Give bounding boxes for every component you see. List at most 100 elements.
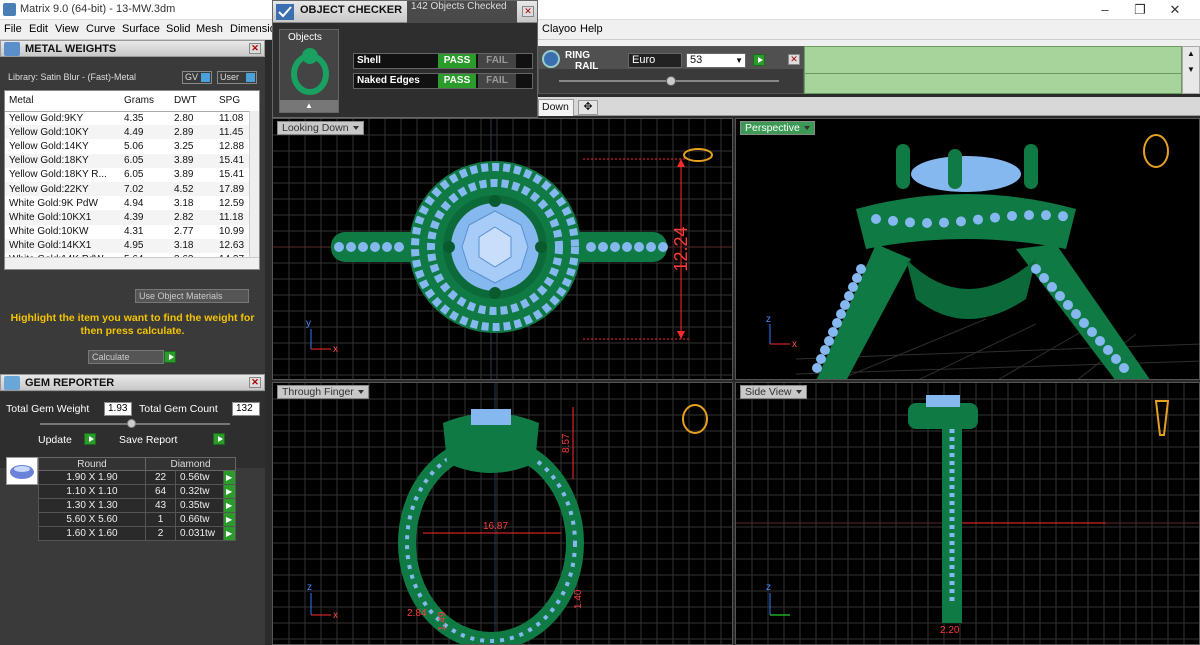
menu-solid[interactable]: Solid	[166, 23, 190, 35]
calculate-play-icon[interactable]	[164, 351, 176, 363]
metal-table-hscrollbar[interactable]	[5, 257, 259, 269]
tab-down[interactable]: Down	[538, 99, 574, 116]
table-cell: Yellow Gold:14KY	[9, 140, 89, 152]
table-cell: Yellow Gold:22KY	[5, 181, 120, 197]
table-cell: White Gold:10KW	[9, 226, 89, 238]
close-window-button[interactable]: ✕	[1160, 1, 1190, 19]
ring-preview-icon	[291, 48, 329, 95]
col-grams[interactable]: Grams	[120, 91, 170, 112]
table-row[interactable]: White Gold:10KX1 4.39 2.82 11.18	[5, 210, 259, 225]
ring-rail-play-icon[interactable]	[753, 54, 765, 66]
viewport-top-label[interactable]: Looking Down	[277, 121, 364, 135]
table-cell: 6.05	[124, 169, 144, 181]
table-row[interactable]: 1.60 X 1.60 2 0.031tw ▶	[38, 526, 236, 541]
add-tab-icon[interactable]: ✥	[578, 100, 598, 115]
menu-help[interactable]: Help	[580, 23, 603, 35]
objects-expand-button[interactable]: ▲	[280, 100, 338, 112]
table-cell: 3.18	[170, 238, 215, 253]
viewport-perspective-label[interactable]: Perspective	[740, 121, 815, 135]
menu-curve[interactable]: Curve	[86, 23, 115, 35]
minimize-button[interactable]: –	[1090, 1, 1120, 19]
save-report-label[interactable]: Save Report	[119, 434, 177, 446]
table-cell: 1	[145, 512, 176, 527]
update-label[interactable]: Update	[38, 434, 72, 446]
maximize-button[interactable]: ❐	[1125, 1, 1155, 19]
save-report-play-icon[interactable]	[213, 433, 225, 445]
menu-file[interactable]: File	[4, 23, 22, 35]
chevron-up-icon: ▲	[1187, 49, 1195, 58]
table-row[interactable]: 1.10 X 1.10 64 0.32tw ▶	[38, 484, 236, 499]
command-area[interactable]	[804, 46, 1182, 94]
calculate-dropdown[interactable]: Calculate	[88, 350, 164, 364]
col-spg[interactable]: SPG	[215, 91, 259, 112]
viewport-top[interactable]: 12.24 y x Looking Down	[272, 118, 733, 380]
viewport-through-finger[interactable]: 16.87 8.57 2.84 1.49 1.40 z x Through Fi…	[272, 382, 733, 645]
table-cell: 0.56tw	[175, 470, 224, 485]
menu-surface[interactable]: Surface	[122, 23, 160, 35]
close-icon[interactable]: ✕	[249, 377, 261, 388]
gem-table[interactable]: Round Diamond 1.90 X 1.90 22 0.56tw ▶ 1.10 X …	[38, 457, 236, 541]
close-icon[interactable]: ✕	[249, 43, 261, 54]
gem-slider-thumb[interactable]	[127, 419, 136, 428]
menu-dimension[interactable]: Dimensio	[230, 23, 276, 35]
table-cell: 0.35tw	[175, 498, 224, 513]
table-cell: 6.05	[120, 153, 170, 168]
table-row[interactable]: Yellow Gold:18KY R... 6.05 3.89 15.41	[5, 168, 259, 182]
viewport-tabs: Down ✥	[538, 97, 1200, 116]
select-gem-play-icon[interactable]: ▶	[223, 526, 236, 541]
table-row[interactable]: White Gold:10KW 4.31 2.77 10.99	[5, 225, 259, 239]
table-row[interactable]: Yellow Gold:9KY 4.35 2.80 11.08	[5, 111, 259, 125]
table-row[interactable]: Yellow Gold:18KY 6.05 3.89 15.41	[5, 153, 259, 168]
table-row[interactable]: White Gold:9K PdW 4.94 3.18 12.59	[5, 196, 259, 210]
menu-clayoo[interactable]: Clayoo	[542, 23, 576, 35]
table-row[interactable]: Yellow Gold:14KY 5.06 3.25 12.88	[5, 139, 259, 153]
metal-table-header: Metal Grams DWT SPG	[5, 91, 259, 112]
viewport-side[interactable]: 2.20 z Side View	[735, 382, 1200, 645]
viewport-through-finger-name: Through Finger	[282, 386, 354, 398]
pass-badge: PASS	[438, 54, 476, 68]
use-object-materials-dropdown[interactable]: Use Object Materials	[135, 289, 249, 303]
table-cell: Yellow Gold:18KY	[5, 153, 120, 168]
select-gem-play-icon[interactable]: ▶	[223, 498, 236, 513]
menu-view[interactable]: View	[55, 23, 79, 35]
table-row[interactable]: 1.90 X 1.90 22 0.56tw ▶	[38, 470, 236, 485]
col-metal[interactable]: Metal	[5, 91, 120, 112]
objects-thumbnail[interactable]: Objects ▲	[279, 29, 339, 113]
window-title: Matrix 9.0 (64-bit) - 13-MW.3dm	[20, 3, 176, 15]
table-cell: 22	[145, 470, 176, 485]
ring-rail-slider-thumb[interactable]	[666, 76, 676, 86]
metal-table[interactable]: Metal Grams DWT SPG Yellow Gold:9KY 4.35 2…	[4, 90, 260, 270]
menu-edit[interactable]: Edit	[29, 23, 48, 35]
title-bar: Matrix 9.0 (64-bit) - 13-MW.3dm – ❐ ✕	[0, 0, 1200, 20]
select-gem-play-icon[interactable]: ▶	[223, 470, 236, 485]
update-play-icon[interactable]	[84, 433, 96, 445]
ring-standard-field[interactable]: Euro	[628, 53, 682, 68]
gv-toggle[interactable]: GV	[182, 71, 212, 84]
calculate-label: Calculate	[92, 352, 130, 362]
command-scrollbar[interactable]: ▲ ▼	[1182, 46, 1200, 94]
gem-thumbnail[interactable]	[6, 457, 38, 485]
metal-table-scrollbar[interactable]	[249, 111, 259, 259]
table-cell: 4.94	[124, 197, 144, 209]
table-row[interactable]: 1.30 X 1.30 43 0.35tw ▶	[38, 498, 236, 513]
check-name: Shell	[357, 55, 381, 66]
viewport-side-label[interactable]: Side View	[740, 385, 807, 399]
table-row[interactable]: 5.60 X 5.60 1 0.66tw ▶	[38, 512, 236, 527]
pass-badge: PASS	[438, 74, 476, 88]
table-row[interactable]: Yellow Gold:22KY 7.02 4.52 17.89	[5, 181, 259, 197]
ring-size-select[interactable]: 53 ▼	[686, 53, 746, 68]
col-dwt[interactable]: DWT	[170, 91, 215, 112]
table-cell: 2.89	[170, 125, 215, 140]
viewport-perspective[interactable]: z x Perspective	[735, 118, 1200, 380]
user-toggle[interactable]: User	[217, 71, 257, 84]
table-cell: Yellow Gold:18KY R...	[9, 169, 107, 181]
viewport-through-finger-label[interactable]: Through Finger	[277, 385, 369, 399]
select-gem-play-icon[interactable]: ▶	[223, 512, 236, 527]
menu-mesh[interactable]: Mesh	[196, 23, 223, 35]
close-icon[interactable]: ✕	[522, 6, 534, 17]
chevron-down-icon	[352, 126, 359, 131]
select-gem-play-icon[interactable]: ▶	[223, 484, 236, 499]
table-row[interactable]: White Gold:14KX1 4.95 3.18 12.63	[5, 238, 259, 253]
table-row[interactable]: Yellow Gold:10KY 4.49 2.89 11.45	[5, 125, 259, 140]
close-icon[interactable]: ✕	[788, 54, 800, 65]
